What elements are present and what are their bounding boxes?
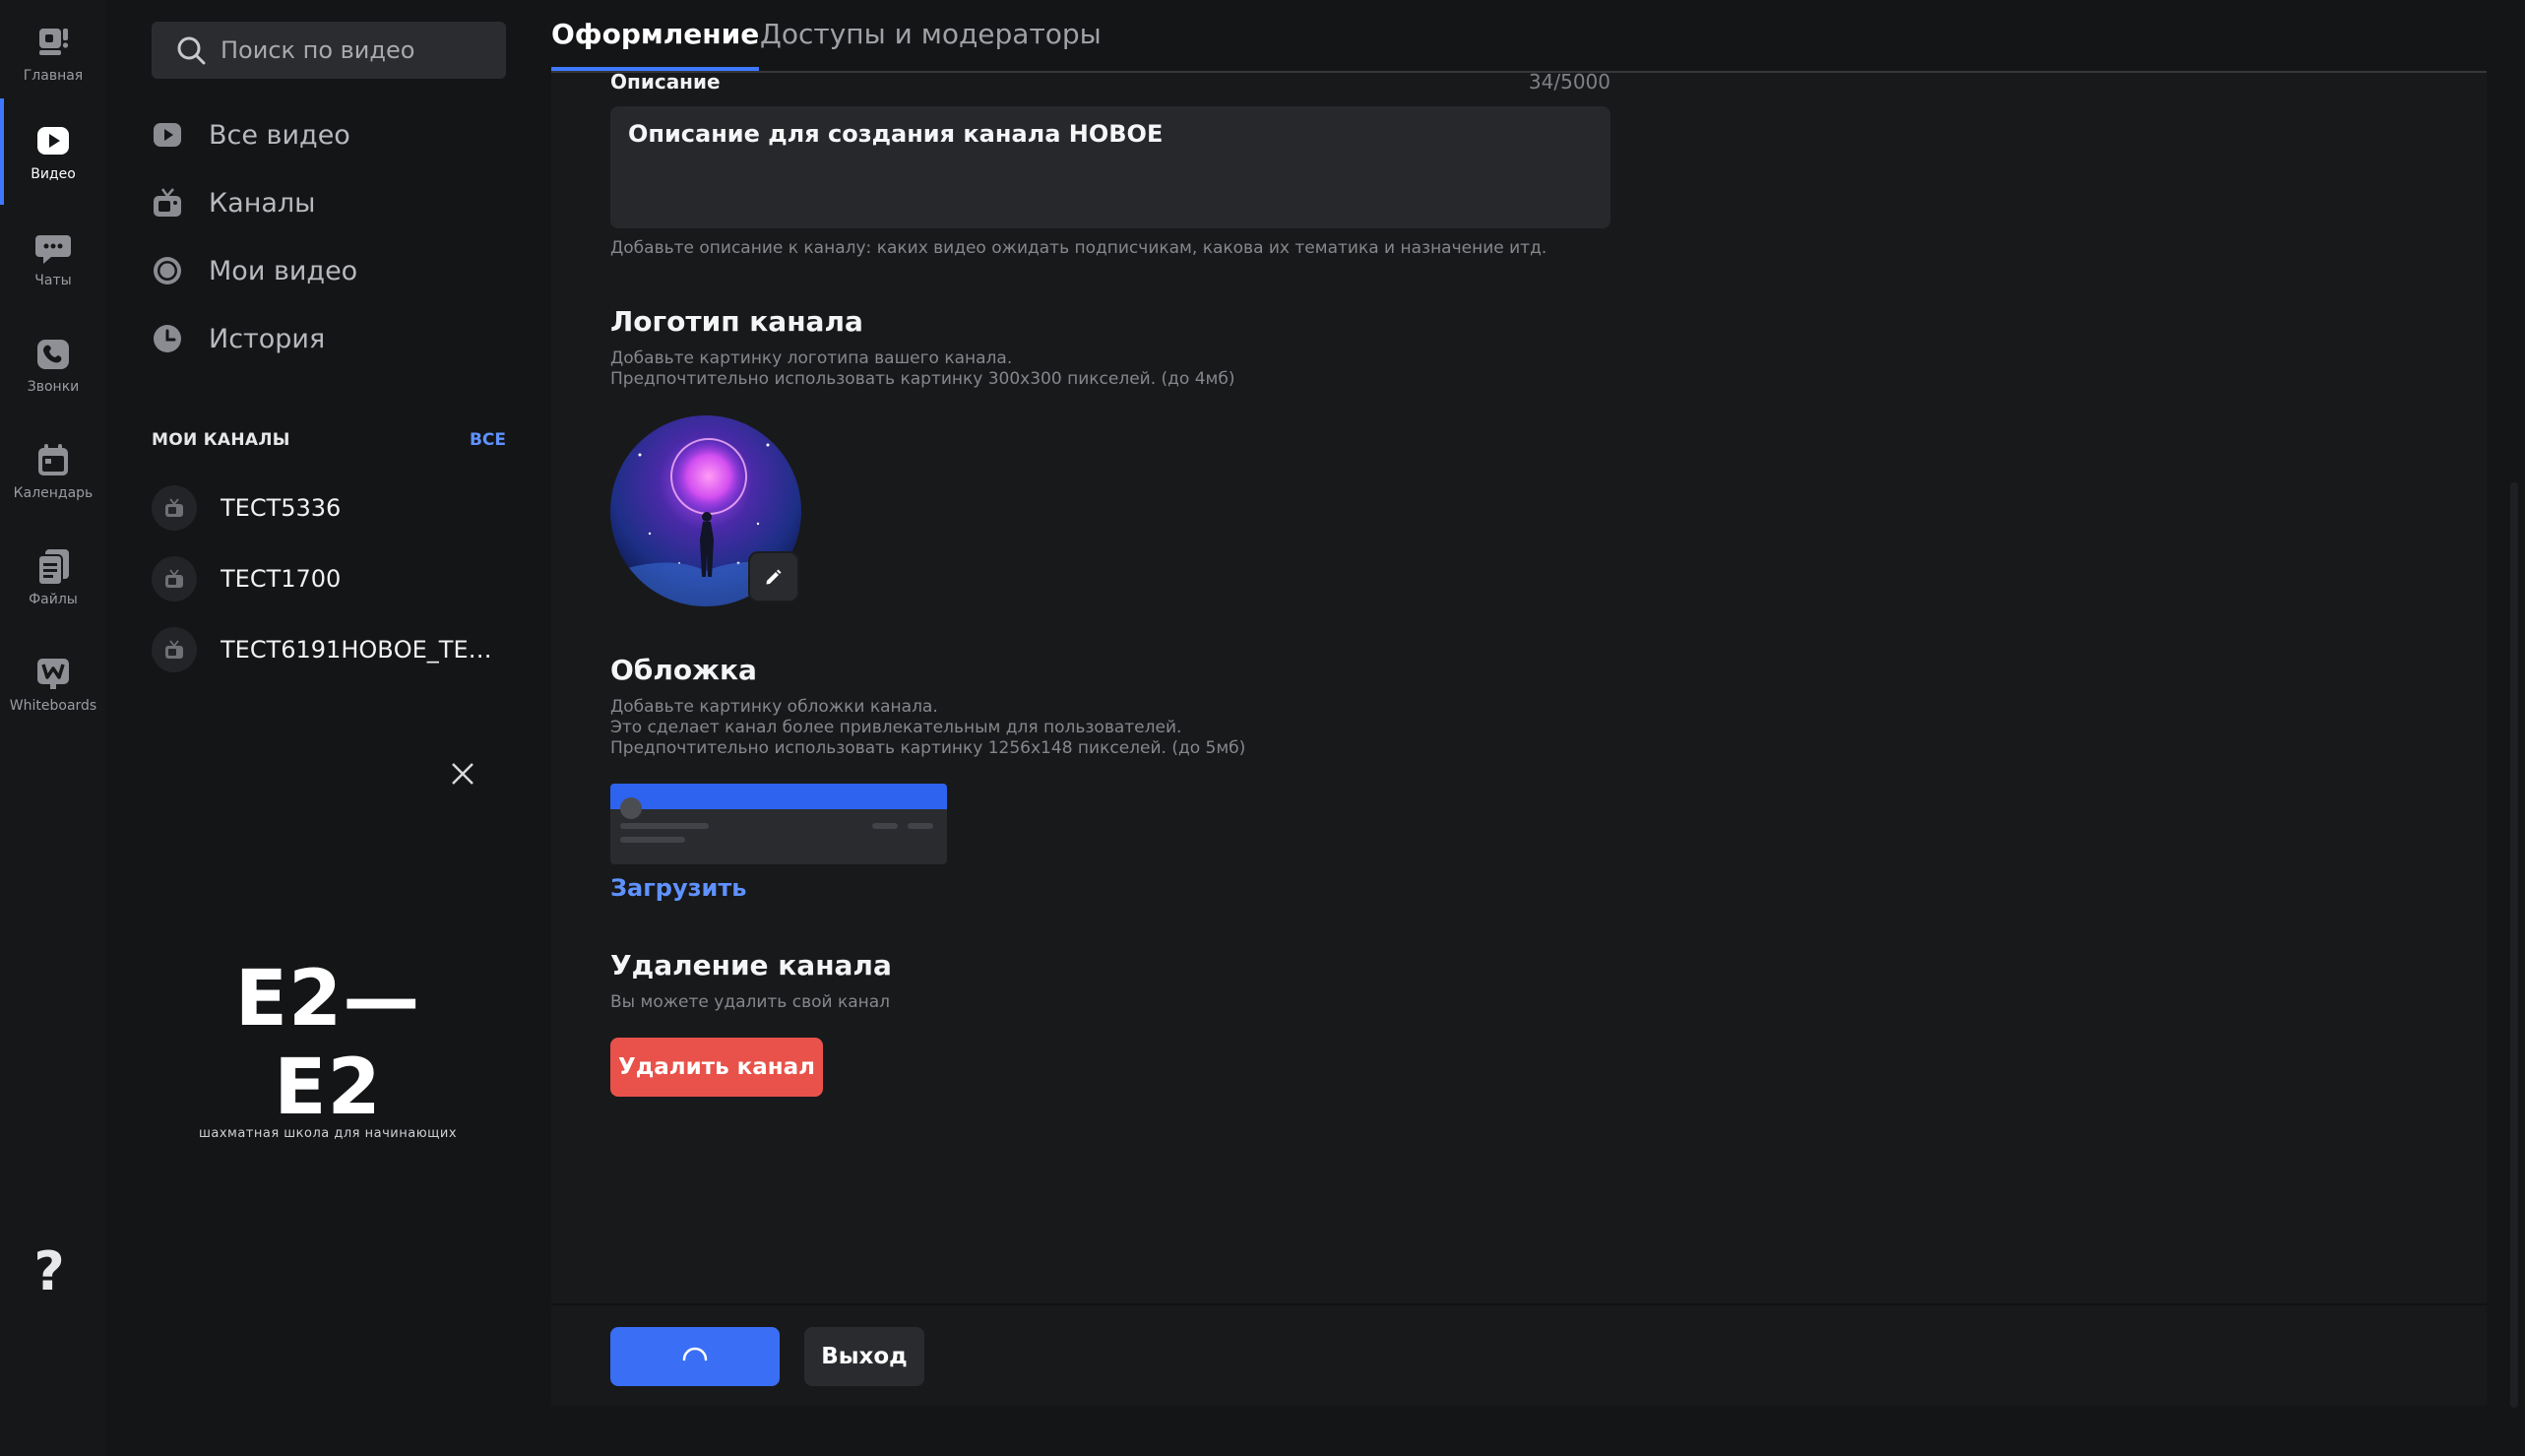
close-promo-button[interactable] [445,756,480,791]
rail-item-label: Календарь [13,485,94,501]
rail-item-files[interactable]: Файлы [0,524,106,630]
cover-hint-line: Это сделает канал более привлекательным … [610,718,1182,737]
rail-item-label: Whiteboards [9,698,97,714]
all-channels-link[interactable]: ВСЕ [470,430,506,450]
page-scrollbar[interactable] [2506,0,2525,1456]
channel-avatar [152,627,197,672]
delete-channel-button[interactable]: Удалить канал [610,1038,823,1097]
description-counter: 34/5000 [1528,70,1610,94]
chat-icon [33,227,73,267]
pencil-icon [766,569,782,585]
delete-hint: Вы можете удалить свой канал [610,992,891,1012]
promo-logo-subtitle: шахматная школа для начинающих [198,1126,458,1141]
clock-icon [152,323,183,354]
nav-label: Каналы [209,187,316,219]
logo-hint-line: Добавьте картинку логотипа вашего канала… [610,348,1013,368]
settings-tabs: Оформление Доступы и модераторы [551,0,2487,73]
search-icon [177,36,206,65]
rail-item-home[interactable]: Главная [0,0,106,106]
save-button[interactable] [610,1327,780,1386]
rail-item-label: Звонки [27,379,80,395]
cover-section-title: Обложка [610,654,757,686]
video-icon [33,121,73,160]
tab-appearance[interactable]: Оформление [551,18,760,71]
promo-logo[interactable]: E2—E2 шахматная школа для начинающих [185,955,471,1141]
edit-logo-button[interactable] [750,553,797,601]
tv-icon [152,187,183,219]
phone-icon [33,334,73,373]
rail-item-video[interactable]: Видео [0,98,106,205]
channel-settings-panel: Оформление Доступы и модераторы Описание… [551,0,2487,1456]
rail-item-label: Чаты [34,273,72,288]
description-label: Описание [610,70,721,94]
cover-hint-line: Добавьте картинку обложки канала. [610,697,938,717]
files-icon [33,546,73,586]
tv-icon [165,640,183,659]
cover-placeholder-preview [610,784,947,864]
rail-item-whiteboards[interactable]: Whiteboards [0,630,106,736]
tv-icon [165,498,183,517]
channel-name: ТЕСТ5336 [221,494,342,522]
nav-label: Все видео [209,119,350,151]
description-hint: Добавьте описание к каналу: каких видео … [610,238,1547,258]
channel-item[interactable]: ТЕСТ1700 [152,552,526,605]
close-icon [452,763,473,785]
nav-history[interactable]: История [152,314,506,363]
rail-item-chats[interactable]: Чаты [0,205,106,311]
exit-button[interactable]: Выход [804,1327,924,1386]
logo-section-title: Логотип канала [610,305,863,338]
channel-avatar [152,485,197,531]
channel-name: ТЕСТ1700 [221,565,342,593]
search-box[interactable] [152,22,506,79]
rail-item-label: Файлы [29,592,78,607]
logo-hint-line: Предпочтительно использовать картинку 30… [610,369,1235,389]
channel-item[interactable]: ТЕСТ6191НОВОЕ_ТЕСТ6... [152,623,526,676]
channel-item[interactable]: ТЕСТ5336 [152,481,526,535]
settings-content: Описание 34/5000 Описание для создания к… [551,70,2487,1303]
rail-item-calendar[interactable]: Календарь [0,417,106,524]
tv-icon [165,569,183,588]
delete-section-title: Удаление канала [610,949,892,981]
description-textarea[interactable]: Описание для создания канала НОВОЕ [610,106,1610,228]
promo-logo-text: E2—E2 [234,955,421,1132]
channel-avatar [152,556,197,601]
video-sidebar: Все видео Каналы Мои видео История МОИ К… [106,0,551,1456]
help-icon[interactable]: ? [26,1242,73,1301]
nav-all-videos[interactable]: Все видео [152,110,506,159]
upload-cover-link[interactable]: Загрузить [610,874,746,902]
spinner-icon [682,1347,708,1361]
my-channels-header: МОИ КАНАЛЫ ВСЕ [152,425,506,455]
form-footer: Выход [551,1303,2487,1406]
rail-item-label: Видео [31,166,76,182]
channel-name: ТЕСТ6191НОВОЕ_ТЕСТ6... [221,636,506,664]
nav-channels[interactable]: Каналы [152,178,506,227]
nav-label: История [209,323,326,354]
search-input[interactable] [221,36,476,64]
record-icon [152,255,183,286]
nav-my-videos[interactable]: Мои видео [152,246,506,295]
rail-item-calls[interactable]: Звонки [0,311,106,417]
tab-access-moderators[interactable]: Доступы и модераторы [760,18,1102,71]
my-channels-title: МОИ КАНАЛЫ [152,430,290,450]
rail-item-label: Главная [23,68,84,84]
app-rail: Главная Видео Чаты Звонки Календарь Файл… [0,0,106,1456]
home-icon [33,23,73,62]
whiteboard-icon [33,653,73,692]
play-square-icon [152,119,183,151]
calendar-icon [33,440,73,479]
nav-label: Мои видео [209,255,358,286]
description-label-row: Описание 34/5000 [610,69,1610,95]
scrollbar-thumb[interactable] [2510,482,2518,1408]
cover-hint-line: Предпочтительно использовать картинку 12… [610,738,1246,758]
